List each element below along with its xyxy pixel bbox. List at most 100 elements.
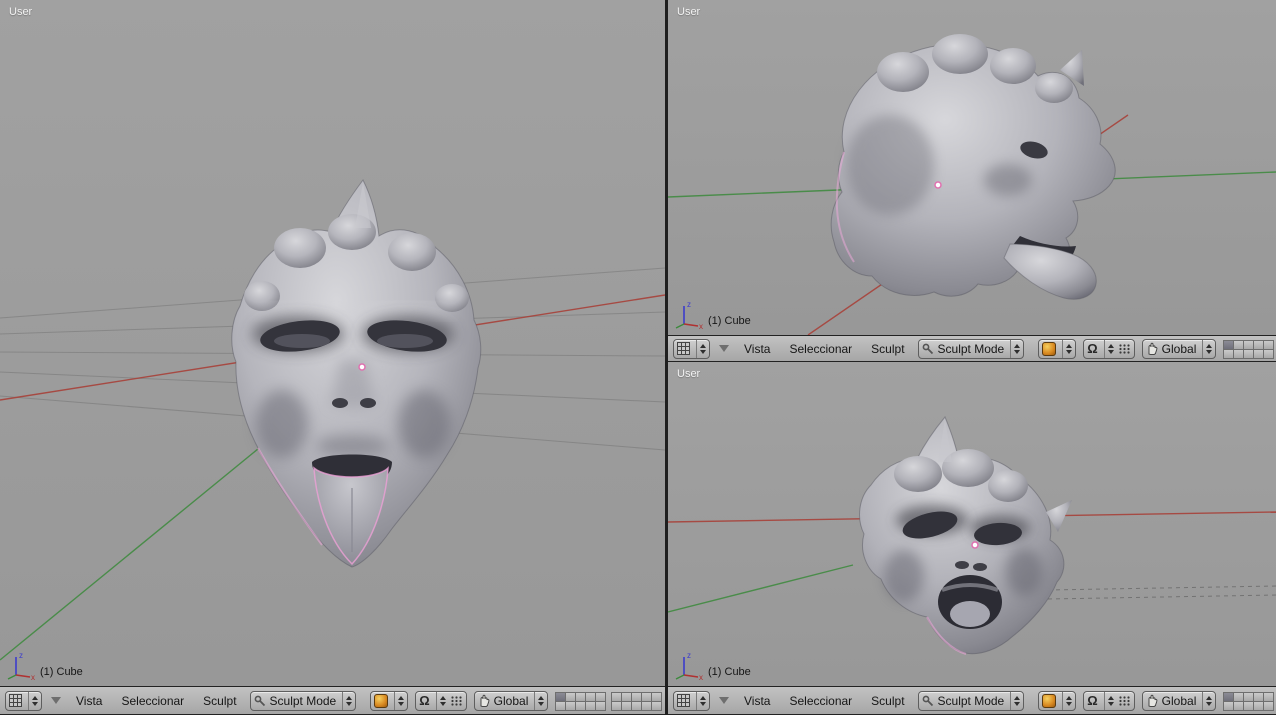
draw-type-button[interactable] (370, 690, 409, 711)
layer-cell[interactable] (651, 700, 663, 711)
menu-seleccionar[interactable]: Seleccionar (783, 342, 858, 356)
snap-stepper[interactable] (1103, 691, 1114, 710)
viewport-side[interactable]: User z x (1) Cube (668, 0, 1276, 335)
mode-dropdown-value: Sculpt Mode (269, 693, 337, 708)
view-name-label: User (677, 6, 701, 18)
sculpt-head-side[interactable] (830, 34, 1116, 300)
orientation-dropdown[interactable]: Global (1141, 338, 1217, 359)
draw-type-stepper[interactable] (1062, 691, 1073, 710)
editor-type-stepper[interactable] (696, 339, 706, 358)
mini-axis-gizmo: z x (675, 300, 703, 330)
svg-text:z: z (687, 651, 691, 660)
active-object-label: (1) Cube (708, 666, 751, 678)
orientation-stepper[interactable] (534, 691, 545, 710)
orientation-dropdown[interactable]: Global (473, 690, 549, 711)
mode-dropdown[interactable]: Sculpt Mode (249, 690, 357, 711)
viewport-front[interactable]: User z x (1) Cube (0, 0, 665, 686)
snap-element-icon[interactable] (1118, 343, 1131, 354)
draw-type-button[interactable] (1038, 690, 1077, 711)
mode-dropdown[interactable]: Sculpt Mode (917, 690, 1025, 711)
viewport-quarter[interactable]: User z x (1) Cube (668, 362, 1276, 686)
mode-dropdown-stepper[interactable] (1010, 691, 1021, 710)
snap-magnet-icon[interactable]: Ω (1087, 694, 1097, 707)
header-collapse-icon[interactable] (719, 345, 729, 352)
cursor-3d (934, 181, 942, 189)
hand-icon (1148, 342, 1158, 355)
editor-type-button[interactable] (5, 690, 42, 711)
viewport-quarter-scene[interactable] (668, 362, 1276, 686)
editor-type-button[interactable] (673, 338, 710, 359)
mode-dropdown[interactable]: Sculpt Mode (917, 338, 1025, 359)
mini-axis-gizmo: z x (675, 651, 703, 681)
snap-group[interactable]: Ω (415, 690, 467, 711)
orientation-dropdown-value: Global (1161, 341, 1197, 356)
header-collapse-icon[interactable] (51, 697, 61, 704)
snap-stepper[interactable] (435, 691, 446, 710)
svg-text:z: z (687, 300, 691, 309)
layer-cell[interactable] (1263, 700, 1275, 711)
draw-type-stepper[interactable] (1062, 339, 1073, 358)
viewport-header-side: Vista Seleccionar Sculpt Sculpt Mode Ω G… (668, 335, 1276, 362)
editor-type-button[interactable] (673, 690, 710, 711)
editor-type-stepper[interactable] (696, 691, 706, 710)
viewport-header-front: Vista Seleccionar Sculpt Sculpt Mode Ω G… (0, 686, 665, 715)
sculpt-head-quarter[interactable] (859, 416, 1072, 655)
mode-dropdown-value: Sculpt Mode (937, 341, 1005, 356)
orientation-dropdown-value: Global (1161, 693, 1197, 708)
mode-dropdown-stepper[interactable] (342, 691, 353, 710)
header-collapse-icon[interactable] (719, 697, 729, 704)
axis-gizmo: z x (674, 298, 704, 330)
viewport-header-quarter: Vista Seleccionar Sculpt Sculpt Mode Ω G… (668, 686, 1276, 715)
orientation-stepper[interactable] (1202, 339, 1213, 358)
menu-sculpt[interactable]: Sculpt (197, 694, 242, 708)
snap-element-icon[interactable] (450, 695, 463, 706)
menu-sculpt[interactable]: Sculpt (865, 342, 910, 356)
draw-type-button[interactable] (1038, 338, 1077, 359)
svg-text:x: x (699, 673, 703, 681)
orientation-stepper[interactable] (1202, 691, 1213, 710)
editor-type-stepper[interactable] (28, 691, 38, 710)
viewport-editor-icon (677, 694, 690, 707)
blender-window: User z x (1) Cube User z x (1) Cube User… (0, 0, 1276, 715)
layer-buttons (1223, 691, 1276, 711)
menu-sculpt[interactable]: Sculpt (865, 694, 910, 708)
viewport-front-scene[interactable] (0, 0, 665, 686)
layer-cell[interactable] (595, 700, 607, 711)
axis-gizmo: z x (674, 649, 704, 681)
svg-text:x: x (699, 322, 703, 330)
sculpt-head-front[interactable] (231, 179, 482, 568)
hand-icon (1148, 694, 1158, 707)
snap-magnet-icon[interactable]: Ω (1087, 342, 1097, 355)
menu-seleccionar[interactable]: Seleccionar (115, 694, 190, 708)
axis-gizmo: z x (6, 649, 36, 681)
snap-group[interactable]: Ω (1083, 690, 1135, 711)
menu-vista[interactable]: Vista (738, 694, 776, 708)
sculpt-mode-icon (922, 343, 933, 354)
draw-type-icon (1042, 341, 1057, 356)
snap-group[interactable]: Ω (1083, 338, 1135, 359)
mode-dropdown-stepper[interactable] (1010, 339, 1021, 358)
cursor-3d (971, 541, 979, 549)
layer-block-1 (1223, 691, 1275, 711)
snap-element-icon[interactable] (1118, 695, 1131, 706)
active-object-label: (1) Cube (40, 666, 83, 678)
menu-seleccionar[interactable]: Seleccionar (783, 694, 858, 708)
menu-vista[interactable]: Vista (70, 694, 108, 708)
layer-cell[interactable] (1263, 348, 1275, 359)
snap-stepper[interactable] (1103, 339, 1114, 358)
mode-dropdown-value: Sculpt Mode (937, 693, 1005, 708)
draw-type-icon (1042, 693, 1057, 708)
viewport-editor-icon (9, 694, 22, 707)
orientation-dropdown[interactable]: Global (1141, 690, 1217, 711)
viewport-side-scene[interactable] (668, 0, 1276, 335)
layer-buttons (1223, 339, 1276, 359)
sculpt-mode-icon (922, 695, 933, 706)
snap-magnet-icon[interactable]: Ω (419, 694, 429, 707)
svg-text:x: x (31, 673, 35, 681)
grid-lines (1047, 585, 1276, 600)
menu-vista[interactable]: Vista (738, 342, 776, 356)
layer-buttons (555, 691, 663, 711)
active-object-label: (1) Cube (708, 315, 751, 327)
svg-text:z: z (19, 651, 23, 660)
draw-type-stepper[interactable] (394, 691, 405, 710)
